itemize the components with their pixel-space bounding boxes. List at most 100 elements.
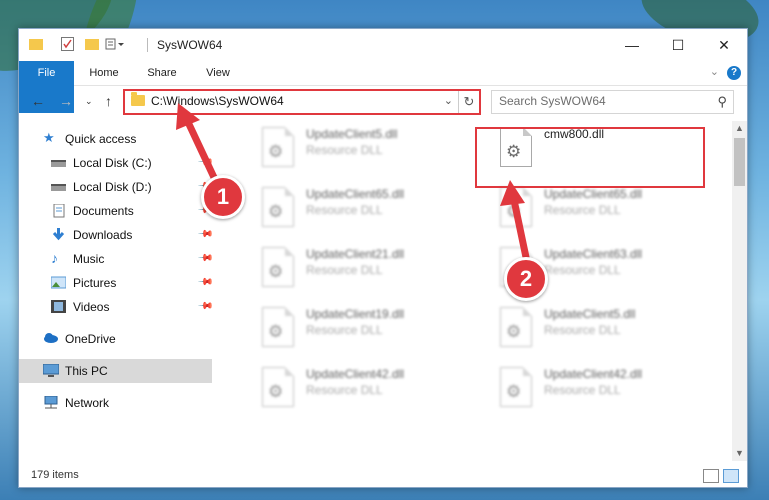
address-path: C:\Windows\SysWOW64 bbox=[151, 94, 284, 108]
file-name: UpdateClient21.dll bbox=[306, 247, 405, 261]
file-name: UpdateClient42.dll bbox=[544, 367, 643, 381]
details-view-icon[interactable] bbox=[703, 469, 719, 483]
folder-icon bbox=[29, 39, 43, 50]
dll-file-icon: ⚙ bbox=[262, 307, 294, 347]
nav-label: Quick access bbox=[65, 132, 137, 146]
file-name: UpdateClient19.dll bbox=[306, 307, 405, 321]
dll-file-icon: ⚙ bbox=[262, 367, 294, 407]
window-title: SysWOW64 bbox=[157, 38, 223, 52]
nav-item-music[interactable]: ♪ Music 📌 bbox=[19, 247, 214, 271]
nav-item-documents[interactable]: Documents 📌 bbox=[19, 199, 214, 223]
file-item[interactable]: ⚙ UpdateClient42.dll Resource DLL bbox=[472, 363, 692, 415]
computer-icon bbox=[42, 363, 60, 377]
nav-item-pictures[interactable]: Pictures 📌 bbox=[19, 271, 214, 295]
search-icon[interactable]: ⚲ bbox=[717, 94, 727, 110]
nav-item-videos[interactable]: Videos 📌 bbox=[19, 295, 214, 319]
step-1-badge: 1 bbox=[201, 175, 245, 219]
nav-label: Music bbox=[73, 252, 105, 266]
search-input[interactable] bbox=[492, 91, 699, 111]
dll-file-icon: ⚙ bbox=[500, 307, 532, 347]
file-item[interactable]: ⚙ UpdateClient5.dll Resource DLL bbox=[472, 303, 692, 355]
nav-item-local-disk-c[interactable]: Local Disk (C:) 📌 bbox=[19, 151, 214, 175]
file-name: UpdateClient42.dll bbox=[306, 367, 405, 381]
folder-icon bbox=[131, 92, 145, 106]
scroll-down-icon[interactable]: ▼ bbox=[732, 446, 747, 461]
pin-icon[interactable]: 📌 bbox=[197, 250, 214, 267]
file-type: Resource DLL bbox=[306, 323, 383, 337]
ribbon-tabs: File Home Share View ⌄ ? bbox=[19, 61, 747, 113]
nav-item-this-pc[interactable]: This PC bbox=[19, 359, 212, 383]
file-type: Resource DLL bbox=[306, 383, 383, 397]
status-bar: 179 items bbox=[19, 465, 747, 487]
properties-icon[interactable] bbox=[61, 37, 74, 51]
pin-icon[interactable]: 📌 bbox=[197, 274, 214, 291]
recent-locations-icon[interactable]: ⌄ bbox=[85, 96, 93, 107]
search-box[interactable]: ⚲ bbox=[491, 90, 734, 114]
nav-label: Videos bbox=[73, 300, 110, 314]
file-type: Resource DLL bbox=[306, 203, 383, 217]
up-arrow-icon[interactable]: ↑ bbox=[105, 93, 112, 109]
tab-share[interactable]: Share bbox=[139, 61, 185, 85]
dll-file-icon: ⚙ bbox=[500, 187, 532, 227]
file-type: Resource DLL bbox=[306, 143, 383, 157]
file-item[interactable]: ⚙ UpdateClient65.dll Resource DLL bbox=[234, 183, 454, 235]
large-icons-view-icon[interactable] bbox=[723, 469, 739, 483]
music-icon: ♪ bbox=[51, 250, 58, 266]
nav-label: Local Disk (D:) bbox=[73, 180, 152, 194]
video-icon bbox=[51, 300, 66, 313]
file-type: Resource DLL bbox=[544, 203, 621, 217]
customize-toolbar-icon[interactable] bbox=[105, 37, 125, 51]
nav-item-quick-access[interactable]: ★ Quick access bbox=[19, 127, 212, 151]
pin-icon[interactable]: 📌 bbox=[197, 226, 214, 243]
dll-file-icon: ⚙ bbox=[262, 127, 294, 167]
explorer-window: SysWOW64 — ☐ ✕ File Home Share View ⌄ ? … bbox=[18, 28, 748, 488]
new-folder-icon[interactable] bbox=[85, 39, 99, 50]
refresh-icon[interactable]: ↻ bbox=[458, 91, 479, 113]
tab-view[interactable]: View bbox=[195, 61, 241, 85]
vertical-scrollbar[interactable]: ▲ ▼ bbox=[732, 121, 747, 461]
minimize-button[interactable]: — bbox=[609, 29, 655, 61]
file-item[interactable]: ⚙ UpdateClient42.dll Resource DLL bbox=[234, 363, 454, 415]
close-button[interactable]: ✕ bbox=[701, 29, 747, 61]
file-item[interactable]: ⚙ UpdateClient21.dll Resource DLL bbox=[234, 243, 454, 295]
forward-arrow-icon[interactable]: → bbox=[59, 93, 73, 109]
nav-item-local-disk-d[interactable]: Local Disk (D:) 📌 bbox=[19, 175, 214, 199]
maximize-button[interactable]: ☐ bbox=[655, 29, 701, 61]
cloud-icon bbox=[43, 332, 58, 345]
back-arrow-icon[interactable]: ← bbox=[31, 93, 45, 109]
nav-item-network[interactable]: Network bbox=[19, 391, 212, 415]
pin-icon[interactable]: 📌 bbox=[197, 154, 214, 171]
nav-label: Pictures bbox=[73, 276, 117, 290]
nav-item-downloads[interactable]: Downloads 📌 bbox=[19, 223, 214, 247]
address-row: ← → ⌄ ↑ C:\Windows\SysWOW64 ⌄ ↻ ⚲ bbox=[19, 86, 747, 118]
scroll-up-icon[interactable]: ▲ bbox=[732, 121, 747, 136]
expand-ribbon-icon[interactable]: ⌄ bbox=[710, 65, 719, 78]
tab-home[interactable]: Home bbox=[81, 61, 127, 85]
star-icon: ★ bbox=[43, 130, 55, 145]
nav-label: Documents bbox=[73, 204, 134, 218]
dll-file-icon: ⚙ bbox=[500, 367, 532, 407]
file-name: UpdateClient63.dll bbox=[544, 247, 643, 261]
title-separator bbox=[147, 38, 148, 52]
file-item[interactable]: ⚙ UpdateClient65.dll Resource DLL bbox=[472, 183, 692, 235]
chevron-down-icon[interactable]: ⌄ bbox=[444, 94, 453, 107]
scroll-thumb[interactable] bbox=[734, 138, 745, 186]
file-name: UpdateClient65.dll bbox=[306, 187, 405, 201]
file-type: Resource DLL bbox=[306, 263, 383, 277]
address-bar[interactable]: C:\Windows\SysWOW64 ⌄ ↻ bbox=[123, 89, 481, 115]
help-icon[interactable]: ? bbox=[727, 66, 741, 80]
file-type: Resource DLL bbox=[544, 383, 621, 397]
nav-label: Network bbox=[65, 396, 110, 410]
pin-icon[interactable]: 📌 bbox=[197, 298, 214, 315]
pictures-icon bbox=[50, 276, 67, 289]
drive-icon bbox=[51, 156, 66, 169]
file-item[interactable]: ⚙ UpdateClient19.dll Resource DLL bbox=[234, 303, 454, 355]
file-type: Resource DLL bbox=[544, 263, 621, 277]
step-2-badge: 2 bbox=[504, 257, 548, 301]
nav-item-onedrive[interactable]: OneDrive bbox=[19, 327, 212, 351]
document-icon bbox=[51, 203, 66, 218]
nav-label: OneDrive bbox=[65, 332, 116, 346]
file-item[interactable]: ⚙ UpdateClient5.dll Resource DLL bbox=[234, 123, 454, 175]
nav-label: This PC bbox=[65, 364, 108, 378]
download-icon bbox=[51, 228, 66, 241]
